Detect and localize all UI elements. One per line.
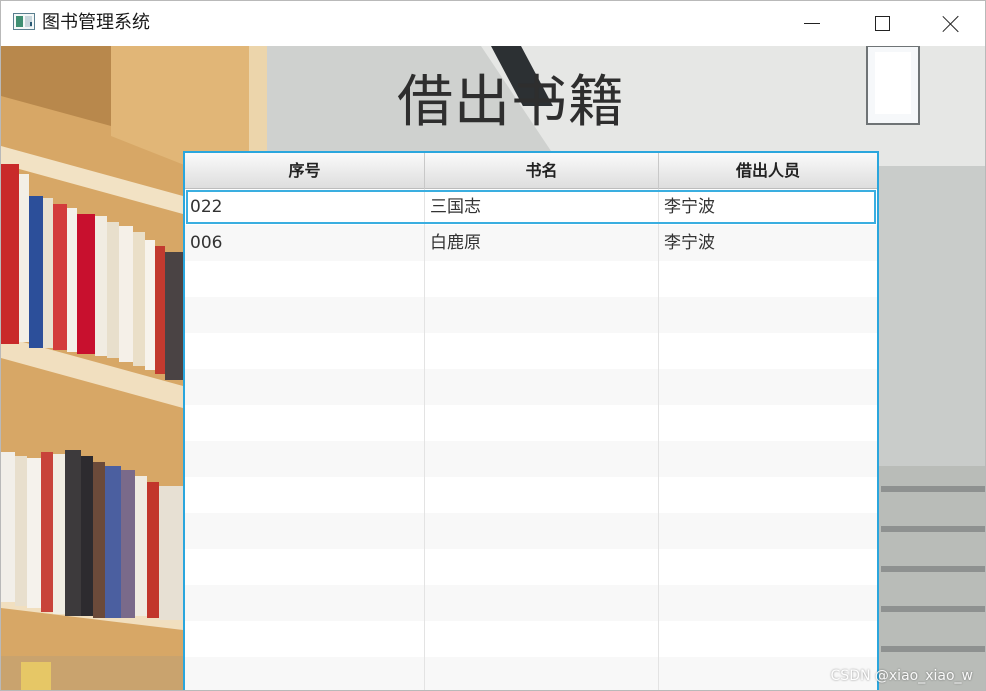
cell-book-title <box>425 585 659 621</box>
maximize-button[interactable] <box>847 1 917 46</box>
cell-book-title <box>425 513 659 549</box>
close-button[interactable] <box>916 1 985 46</box>
cell-id <box>185 621 425 657</box>
borrowed-books-table[interactable]: 序号 书名 借出人员 022 三国志 李宁波 006 白鹿原 李宁波 <box>183 151 879 690</box>
page-heading: 借出书籍 <box>397 70 625 135</box>
table-row-empty <box>185 621 877 657</box>
cell-book-title <box>425 261 659 297</box>
cell-book-title <box>425 549 659 585</box>
table-row-empty <box>185 369 877 405</box>
cell-borrower <box>659 369 877 405</box>
cell-borrower <box>659 261 877 297</box>
close-icon <box>942 15 960 33</box>
minimize-icon <box>804 23 820 24</box>
cell-book-title <box>425 297 659 333</box>
cell-borrower <box>659 513 877 549</box>
table-row-empty <box>185 261 877 297</box>
cell-book-title <box>425 441 659 477</box>
cell-borrower: 李宁波 <box>664 233 715 253</box>
cell-book-title: 三国志 <box>425 189 659 225</box>
table-row-empty <box>185 657 877 690</box>
cell-id <box>185 261 425 297</box>
cell-id <box>185 369 425 405</box>
cell-id: 022 <box>185 189 425 225</box>
cell-id <box>185 297 425 333</box>
table-row[interactable]: 022 三国志 李宁波 <box>185 189 877 225</box>
cell-id <box>185 405 425 441</box>
cell-id <box>185 333 425 369</box>
table-row-empty <box>185 585 877 621</box>
table-row-empty <box>185 297 877 333</box>
column-header-book-title[interactable]: 书名 <box>425 153 659 189</box>
cell-id <box>185 441 425 477</box>
cell-borrower <box>659 621 877 657</box>
cell-book-title <box>425 333 659 369</box>
watermark-text: CSDN @xiao_xiao_w <box>830 668 973 684</box>
table-header: 序号 书名 借出人员 <box>185 153 877 189</box>
cell-id <box>185 657 425 690</box>
cell-id <box>185 549 425 585</box>
app-window: 图书管理系统 借出书籍 序号 书名 借出人员 022 三国志 李宁波 006 白… <box>0 0 986 691</box>
cell-book-title <box>425 477 659 513</box>
cell-borrower <box>659 585 877 621</box>
app-window-icon <box>13 13 35 30</box>
cell-borrower <box>659 333 877 369</box>
content-area: 借出书籍 序号 书名 借出人员 022 三国志 李宁波 006 白鹿原 李宁波 CSDN … <box>1 46 985 690</box>
cell-borrower <box>659 549 877 585</box>
cell-borrower <box>659 297 877 333</box>
table-row-empty <box>185 549 877 585</box>
cell-book-title <box>425 405 659 441</box>
maximize-icon <box>874 16 890 31</box>
cell-id <box>185 585 425 621</box>
column-header-borrower[interactable]: 借出人员 <box>659 153 877 189</box>
cell-borrower <box>659 441 877 477</box>
cell-book-title <box>425 621 659 657</box>
table-row[interactable]: 006 白鹿原 李宁波 <box>185 225 877 261</box>
cell-book-title: 白鹿原 <box>425 225 659 261</box>
table-row-empty <box>185 333 877 369</box>
table-row-empty <box>185 477 877 513</box>
table-row-empty <box>185 441 877 477</box>
cell-book-title <box>425 369 659 405</box>
cell-id: 006 <box>185 225 425 261</box>
cell-id <box>185 477 425 513</box>
cell-borrower: 李宁波 <box>664 197 715 217</box>
cell-borrower <box>659 405 877 441</box>
title-bar[interactable]: 图书管理系统 <box>1 1 985 46</box>
cell-id <box>185 513 425 549</box>
window-title: 图书管理系统 <box>42 12 150 33</box>
table-row-empty <box>185 405 877 441</box>
cell-borrower <box>659 477 877 513</box>
minimize-button[interactable] <box>777 1 847 46</box>
cell-book-title <box>425 657 659 690</box>
table-row-empty <box>185 513 877 549</box>
table-body: 022 三国志 李宁波 006 白鹿原 李宁波 <box>185 189 877 690</box>
column-header-id[interactable]: 序号 <box>185 153 425 189</box>
